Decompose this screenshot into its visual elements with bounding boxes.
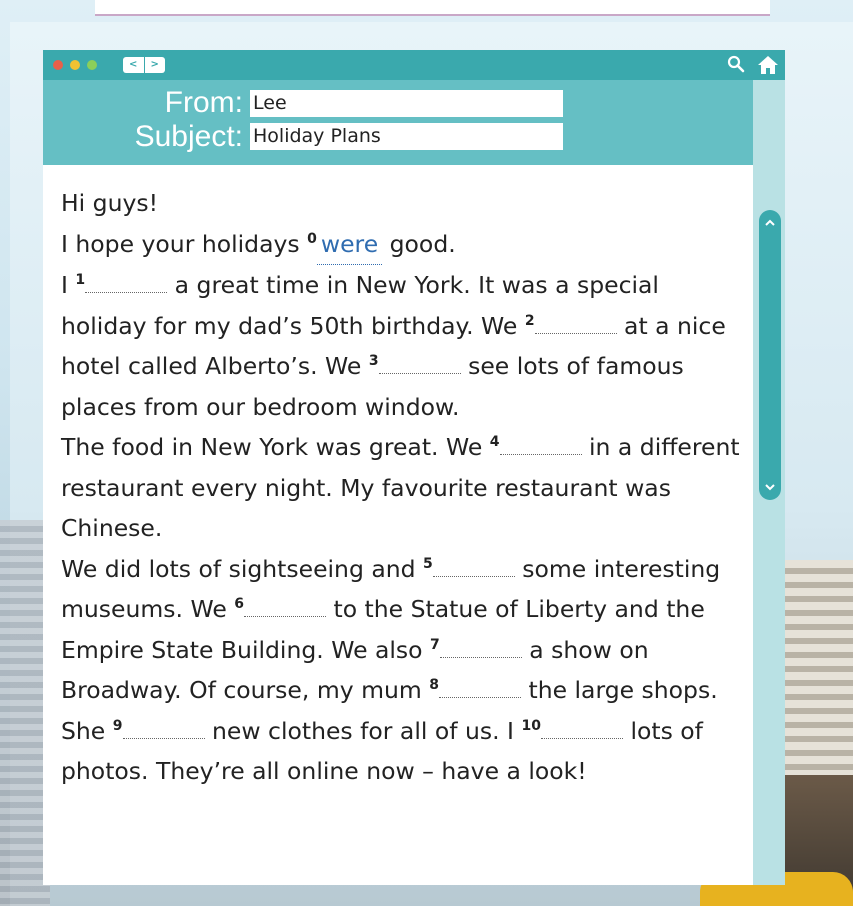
blank-5[interactable]: [432, 556, 515, 577]
forward-button[interactable]: >: [143, 57, 166, 73]
text-segment: good.: [389, 229, 456, 258]
page-top-band: [95, 0, 770, 16]
paragraph-3: The food in New York was great. We 4 in …: [61, 427, 741, 549]
blank-6[interactable]: [244, 596, 327, 617]
gap-number-1: 1: [75, 272, 86, 289]
gap-number-10: 10: [521, 717, 541, 734]
text-segment: We did lots of sightseeing and: [61, 554, 416, 583]
blank-2[interactable]: [534, 313, 617, 334]
scrollbar[interactable]: [759, 210, 781, 500]
gap-number-4: 4: [489, 434, 500, 451]
title-bar: < >: [43, 50, 785, 80]
blank-10[interactable]: [540, 718, 623, 739]
subject-field[interactable]: Holiday Plans: [250, 123, 563, 150]
gap-number-7: 7: [430, 636, 440, 653]
home-icon[interactable]: [757, 54, 779, 76]
paragraph-1: I hope your holidays 0 were good.: [61, 224, 741, 265]
email-body-text: Hi guys! I hope your holidays 0 were good…: [61, 183, 741, 792]
email-window: < > From: Lee Subject: Holiday Plans Hi …: [43, 50, 785, 885]
email-header: From: Lee Subject: Holiday Plans: [43, 80, 753, 165]
close-dot[interactable]: [53, 60, 63, 70]
text-segment: The food in New York was great. We: [61, 433, 483, 461]
email-body[interactable]: Hi guys! I hope your holidays 0 were good…: [43, 165, 753, 885]
text-segment: new clothes for all of us. I: [212, 716, 514, 745]
gap-number-8: 8: [429, 677, 439, 694]
scroll-down-icon[interactable]: [765, 482, 775, 492]
paragraph-4: We did lots of sightseeing and 5 some in…: [61, 549, 741, 792]
blank-3[interactable]: [378, 353, 461, 374]
gap-number-9: 9: [112, 717, 123, 734]
text-segment: I hope your holidays: [61, 229, 300, 258]
blank-1[interactable]: [85, 272, 168, 293]
blank-4[interactable]: [499, 434, 582, 455]
greeting: Hi guys!: [61, 189, 159, 217]
blank-8[interactable]: [439, 677, 521, 698]
search-icon[interactable]: [726, 54, 746, 74]
minimize-dot[interactable]: [70, 60, 80, 70]
subject-label: Subject:: [134, 120, 243, 153]
gap-number-5: 5: [423, 555, 433, 572]
back-button[interactable]: <: [123, 57, 144, 73]
from-field[interactable]: Lee: [250, 90, 563, 117]
nav-buttons: < >: [123, 57, 165, 73]
gap-number-2: 2: [524, 312, 535, 329]
gap-number-3: 3: [368, 353, 379, 370]
answer-0: were: [316, 224, 383, 265]
from-label: From:: [164, 86, 243, 119]
scroll-up-icon[interactable]: [765, 218, 775, 228]
blank-7[interactable]: [439, 637, 522, 658]
paragraph-2: I 1 a great time in New York. It was a s…: [61, 265, 741, 427]
text-segment: I: [61, 271, 68, 299]
maximize-dot[interactable]: [87, 60, 97, 70]
blank-9[interactable]: [122, 718, 205, 739]
gap-number-0: 0: [307, 230, 317, 247]
gap-number-6: 6: [234, 596, 245, 613]
